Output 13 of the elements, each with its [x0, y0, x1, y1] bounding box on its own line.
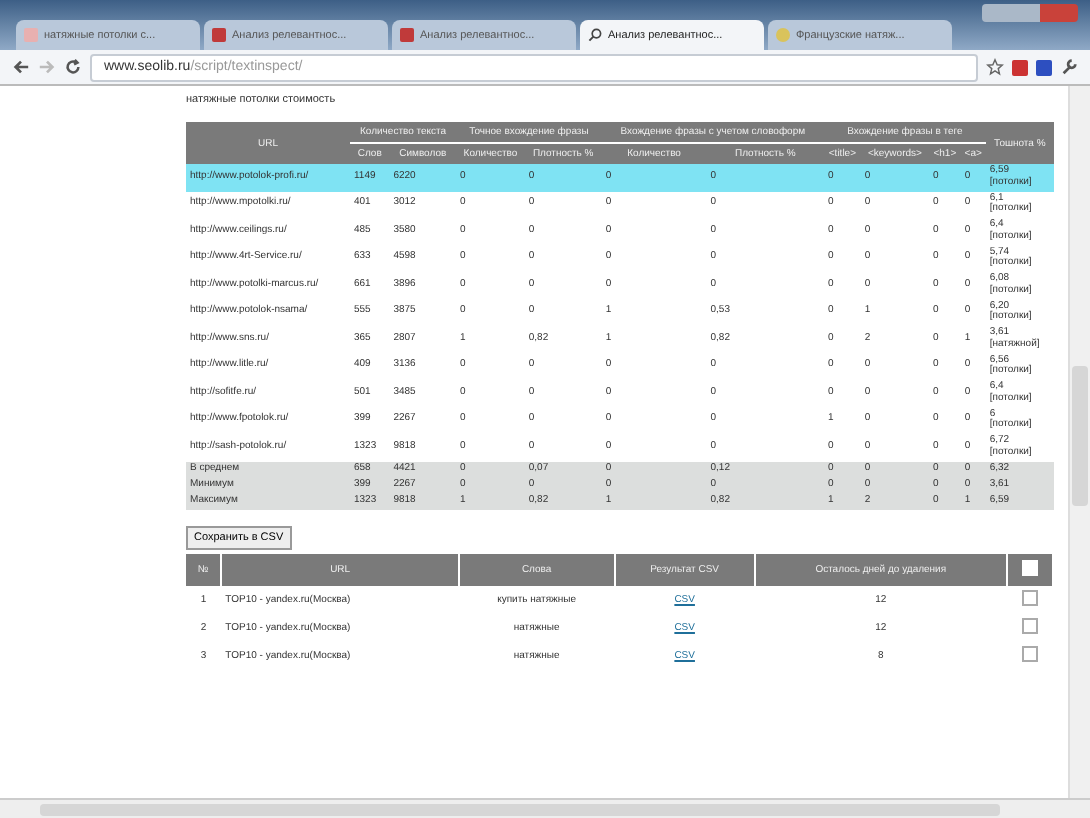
search-icon [588, 28, 602, 42]
checkbox[interactable] [1021, 645, 1038, 661]
checkbox[interactable] [1021, 589, 1038, 605]
logo-icon [212, 28, 226, 42]
back-icon[interactable] [12, 58, 30, 76]
star-icon[interactable] [986, 58, 1004, 76]
reload-icon[interactable] [64, 58, 82, 76]
logo-icon [400, 28, 414, 42]
checkbox[interactable] [1021, 617, 1038, 633]
page-icon [24, 28, 38, 42]
wrench-icon[interactable] [1060, 58, 1078, 76]
window-controls[interactable] [982, 4, 1078, 22]
globe-icon [776, 28, 790, 42]
